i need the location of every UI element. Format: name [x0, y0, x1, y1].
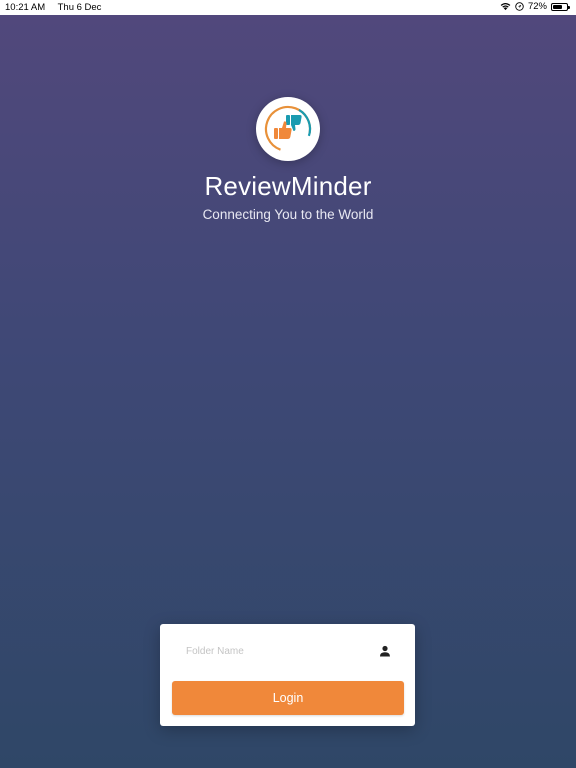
user-icon — [380, 645, 390, 657]
app-logo — [256, 97, 320, 161]
app-title: ReviewMinder — [204, 171, 372, 201]
battery-fill — [553, 4, 563, 9]
app-tagline: Connecting You to the World — [202, 207, 374, 222]
location-icon — [515, 2, 524, 11]
thumbs-up-down-logo-icon — [264, 105, 312, 153]
folder-name-input[interactable] — [180, 638, 382, 664]
login-button[interactable]: Login — [172, 681, 404, 715]
wifi-icon — [500, 2, 511, 11]
battery-icon — [551, 2, 570, 11]
status-bar: 10:21 AM Thu 6 Dec 72% — [0, 0, 576, 15]
login-card: Login — [160, 624, 415, 726]
status-right: 72% — [500, 1, 570, 12]
status-left: 10:21 AM Thu 6 Dec — [5, 2, 111, 13]
status-date: Thu 6 Dec — [57, 2, 102, 13]
status-time: 10:21 AM — [5, 2, 46, 13]
battery-percent: 72% — [527, 1, 547, 12]
